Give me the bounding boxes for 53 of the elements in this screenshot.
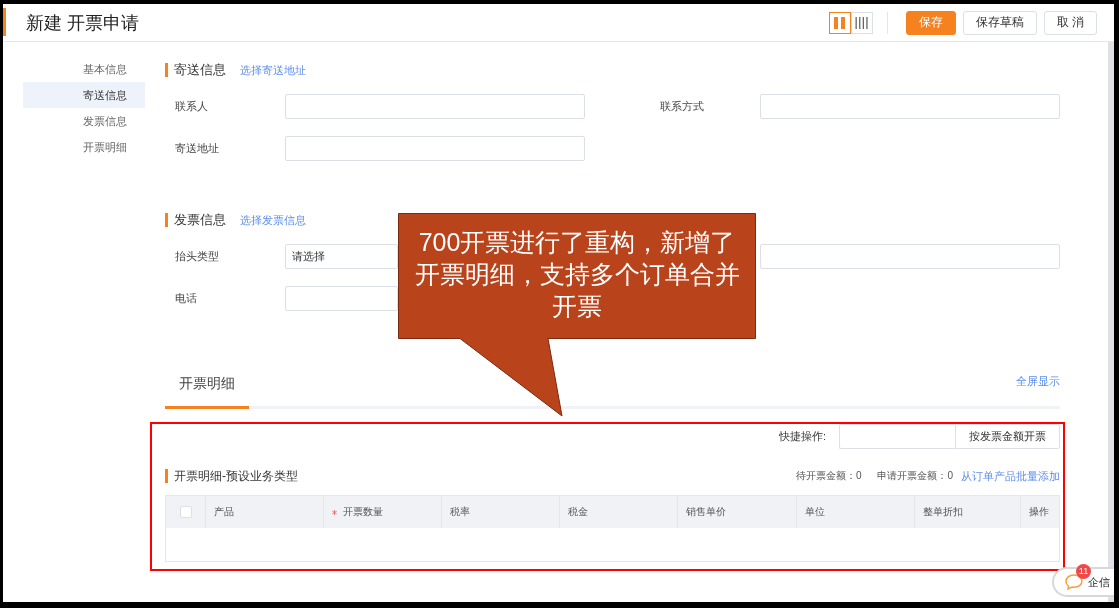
column-header: 销售单价 xyxy=(677,496,796,528)
column-header: 产品 xyxy=(205,496,323,528)
accent-bar xyxy=(165,469,168,483)
field-label: 快捷操作: xyxy=(778,429,826,444)
column-header: 整单折扣 xyxy=(914,496,1020,528)
two-column-icon xyxy=(833,16,846,29)
input-field[interactable] xyxy=(285,136,585,161)
toolbar-button[interactable]: 取 消 xyxy=(1043,10,1097,35)
section-link[interactable]: 选择寄送地址 xyxy=(240,62,306,78)
accent-bar xyxy=(3,8,6,36)
fullscreen-link[interactable]: 全屏显示 xyxy=(1016,374,1060,389)
input-field[interactable] xyxy=(760,94,1060,119)
input-field[interactable] xyxy=(839,424,955,449)
column-header: 税率 xyxy=(441,496,559,528)
amount-text: 申请开票金额：0 xyxy=(877,469,953,483)
section-title: 寄送信息 xyxy=(174,61,226,79)
unread-badge: 11 xyxy=(1076,564,1091,579)
callout-text: 700开票进行了重构，新增了开票明细，支持多个订单合并开票 xyxy=(413,227,741,322)
page-title: 新建 开票申请 xyxy=(26,11,139,35)
section-link[interactable]: 选择发票信息 xyxy=(240,212,306,228)
nav-item[interactable]: 基本信息 xyxy=(23,56,145,82)
required-icon xyxy=(332,509,337,515)
field-label: 电话 xyxy=(175,291,197,306)
column-header: 税金 xyxy=(559,496,677,528)
invoice-by-amount-button[interactable]: 按发票金额开票 xyxy=(955,424,1060,449)
toolbar-button[interactable]: 保存草稿 xyxy=(962,10,1037,35)
chat-bubble-icon xyxy=(1064,573,1084,591)
field-label: 联系人 xyxy=(175,99,208,114)
layout-toggle[interactable] xyxy=(828,11,851,34)
input-field[interactable] xyxy=(285,94,585,119)
field-label: 寄送地址 xyxy=(175,141,219,156)
field-label: 抬头类型 xyxy=(175,249,219,264)
tab[interactable]: 开票明细 xyxy=(165,375,249,409)
scrollbar[interactable] xyxy=(1108,42,1114,602)
input-field[interactable] xyxy=(285,286,398,311)
column-header: 操作 xyxy=(1020,496,1059,528)
chat-label[interactable]: 企信 xyxy=(1088,574,1110,590)
section-title: 发票信息 xyxy=(174,211,226,229)
accent-bar xyxy=(165,63,168,77)
input-field[interactable] xyxy=(760,244,1060,269)
column-header: 单位 xyxy=(796,496,914,528)
field-label: 联系方式 xyxy=(660,99,704,114)
column-header: 开票数量 xyxy=(323,496,441,528)
checkbox[interactable] xyxy=(179,506,192,518)
batch-add-link[interactable]: 从订单产品批量添加 xyxy=(961,468,1060,484)
select-field[interactable]: 请选择 xyxy=(285,244,398,269)
nav-item[interactable]: 开票明细 xyxy=(23,134,145,160)
nav-item[interactable]: 发票信息 xyxy=(23,108,145,134)
amount-text: 待开票金额：0 xyxy=(795,469,862,483)
nav-item[interactable]: 寄送信息 xyxy=(23,82,145,108)
accent-bar xyxy=(165,213,168,227)
four-column-icon xyxy=(854,16,869,29)
section-title: 开票明细-预设业务类型 xyxy=(174,467,298,485)
